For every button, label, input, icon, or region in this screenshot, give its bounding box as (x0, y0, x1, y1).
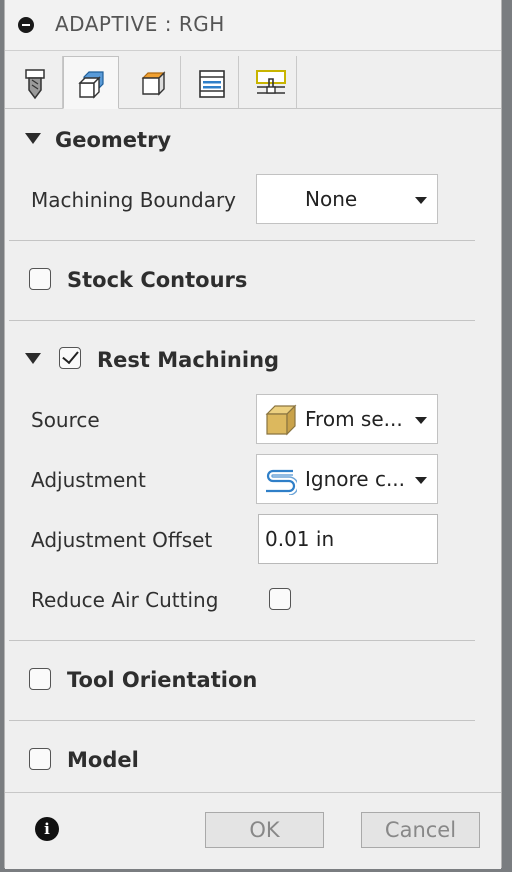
adaptive-dialog: ADAPTIVE : RGH Geometry Machining Bounda… (4, 0, 502, 869)
chevron-down-icon (415, 197, 427, 204)
ignore-contour-icon (266, 469, 297, 495)
tab-geometry[interactable] (63, 56, 119, 109)
dialog-title: ADAPTIVE : RGH (55, 12, 225, 36)
adjustment-label: Adjustment (31, 468, 146, 492)
passes-icon (199, 70, 225, 98)
dialog-titlebar[interactable]: ADAPTIVE : RGH (5, 0, 501, 51)
linking-icon (256, 70, 286, 94)
machining-boundary-dropdown[interactable]: None (256, 174, 438, 224)
adjustment-dropdown[interactable]: Ignore c... (256, 454, 438, 504)
geometry-icon (78, 71, 104, 99)
section-divider (9, 720, 475, 721)
tab-heights[interactable] (125, 56, 181, 108)
reduce-air-cutting-checkbox[interactable] (269, 588, 291, 610)
chevron-down-icon (415, 477, 427, 484)
tab-tool[interactable] (7, 56, 63, 108)
section-rest-machining-header[interactable]: Rest Machining (5, 340, 475, 380)
section-tool-orientation-title: Tool Orientation (67, 668, 258, 692)
reduce-air-cutting-label: Reduce Air Cutting (31, 588, 219, 612)
tool-orientation-checkbox[interactable] (29, 668, 51, 690)
tab-passes[interactable] (183, 56, 239, 108)
adjustment-value: Ignore c... (305, 467, 406, 491)
source-dropdown[interactable]: From se... (256, 394, 438, 444)
section-geometry-title: Geometry (55, 128, 172, 152)
expand-triangle-icon[interactable] (25, 133, 41, 144)
adjustment-offset-input[interactable] (258, 514, 438, 564)
section-rest-machining-title: Rest Machining (97, 348, 280, 372)
heights-icon (141, 71, 166, 96)
rest-machining-checkbox[interactable] (59, 347, 81, 369)
expand-triangle-icon[interactable] (25, 353, 41, 364)
section-geometry-header[interactable]: Geometry (5, 120, 475, 160)
tab-linking[interactable] (241, 56, 297, 108)
collapse-icon[interactable] (18, 17, 34, 33)
tool-icon (25, 69, 45, 100)
info-icon[interactable]: i (35, 817, 59, 841)
stock-contours-checkbox[interactable] (29, 268, 51, 290)
source-value: From se... (305, 407, 403, 431)
section-divider (9, 240, 475, 241)
section-model-title: Model (67, 748, 139, 772)
tab-bar (5, 52, 501, 109)
ok-button[interactable]: OK (205, 812, 324, 848)
section-stock-contours-header[interactable]: Stock Contours (5, 260, 475, 300)
adjustment-offset-label: Adjustment Offset (31, 528, 213, 552)
section-tool-orientation-header[interactable]: Tool Orientation (5, 660, 475, 700)
section-stock-contours-title: Stock Contours (67, 268, 248, 292)
model-checkbox[interactable] (29, 748, 51, 770)
cancel-button[interactable]: Cancel (361, 812, 480, 848)
stock-box-icon (265, 404, 297, 436)
machining-boundary-label: Machining Boundary (31, 188, 237, 212)
section-divider (9, 640, 475, 641)
section-model-header[interactable]: Model (5, 740, 475, 780)
source-label: Source (31, 408, 100, 432)
section-divider (9, 320, 475, 321)
machining-boundary-value: None (305, 187, 358, 211)
chevron-down-icon (415, 417, 427, 424)
dialog-footer: i OK Cancel (5, 792, 501, 869)
